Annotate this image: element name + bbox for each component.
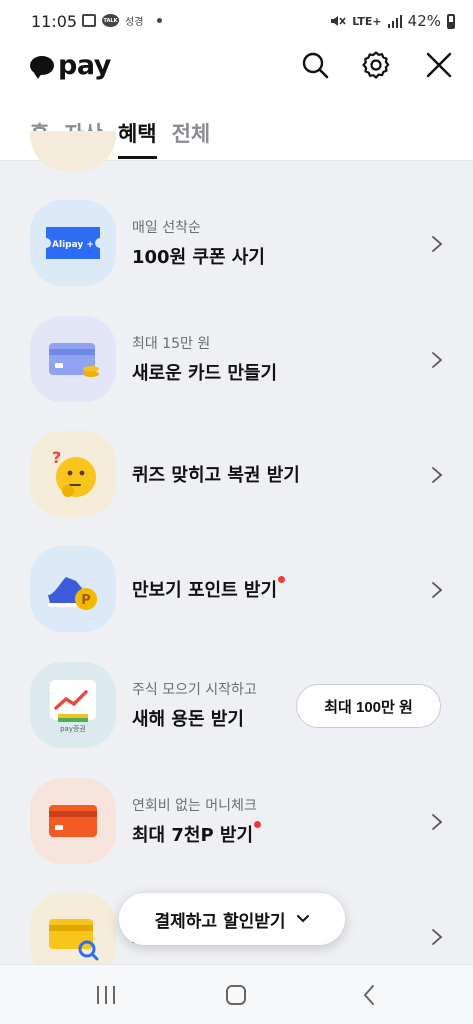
- item-subtitle: 연회비 없는 머니체크: [132, 798, 257, 814]
- tab-all[interactable]: 전체: [172, 118, 211, 159]
- battery-percent: 42%: [407, 12, 441, 30]
- previous-item-thumbnail: [30, 131, 116, 171]
- chevron-right-icon: [432, 467, 443, 483]
- max-amount-button[interactable]: 최대 100만 원: [296, 684, 441, 728]
- pay-discount-label: 결제하고 할인받기: [154, 911, 286, 932]
- chevron-right-icon: [432, 929, 443, 945]
- kakaopay-logo: pay: [30, 50, 111, 81]
- mute-icon: [331, 16, 346, 26]
- logo-text: pay: [58, 50, 111, 81]
- item-title: 새해 용돈 받기: [132, 709, 244, 730]
- search-icon[interactable]: [300, 50, 330, 80]
- credit-card-icon: [30, 316, 116, 402]
- sneaker-coin-icon: P: [30, 546, 116, 632]
- chevron-right-icon: [432, 582, 443, 598]
- list-item-coupon[interactable]: Alipay + 매일 선착순 100원 쿠폰 사기: [0, 188, 473, 298]
- network-type: LTE+: [352, 14, 382, 28]
- list-item-stock[interactable]: pay증권 주식 모으기 시작하고 새해 용돈 받기 최대 100만 원: [0, 650, 473, 760]
- new-badge-dot: [278, 576, 286, 583]
- list-item-money-check[interactable]: 연회비 없는 머니체크 최대 7천P 받기: [0, 766, 473, 876]
- chevron-right-icon: [432, 814, 443, 830]
- gear-icon[interactable]: [361, 50, 391, 80]
- home-icon[interactable]: [222, 983, 250, 1007]
- item-subtitle: 최대 15만 원: [132, 336, 211, 352]
- item-subtitle: 주식 모으기 시작하고: [132, 682, 257, 698]
- signal-icon: [387, 14, 402, 28]
- speech-bubble-icon: [30, 56, 54, 79]
- kakaotalk-icon: TALK: [102, 14, 119, 27]
- recent-apps-icon[interactable]: [92, 983, 120, 1007]
- stock-chart-icon: pay증권: [30, 662, 116, 748]
- battery-icon: [447, 13, 455, 29]
- list-item-quiz[interactable]: ? 퀴즈 맞히고 복권 받기: [0, 419, 473, 529]
- list-item-new-card[interactable]: 최대 15만 원 새로운 카드 만들기: [0, 304, 473, 414]
- chevron-down-icon: [296, 915, 309, 923]
- svg-text:P: P: [81, 593, 91, 608]
- more-notifications-dot: [157, 18, 163, 23]
- svg-text:?: ?: [52, 448, 61, 467]
- item-title: 100원 쿠폰 사기: [132, 247, 265, 268]
- item-title: 새로운 카드 만들기: [132, 363, 278, 384]
- alipay-ticket-icon: Alipay +: [30, 200, 116, 286]
- system-nav-bar: [0, 964, 473, 1024]
- pay-discount-button[interactable]: 결제하고 할인받기: [119, 893, 345, 945]
- status-name: 성경: [125, 17, 144, 28]
- list-item-pedometer[interactable]: P 만보기 포인트 받기: [0, 534, 473, 644]
- item-title: 최대 7천P 받기: [132, 821, 262, 847]
- item-title: 만보기 포인트 받기: [132, 576, 286, 602]
- back-icon[interactable]: [356, 983, 384, 1007]
- close-icon[interactable]: [424, 50, 454, 80]
- chevron-right-icon: [432, 352, 443, 368]
- chevron-right-icon: [432, 236, 443, 252]
- status-notification-icons: TALK 성경: [82, 13, 163, 28]
- money-check-card-icon: [30, 778, 116, 864]
- new-badge-dot: [254, 821, 262, 828]
- thinking-face-icon: ?: [30, 431, 116, 517]
- status-system-icons: LTE+ 42%: [330, 12, 455, 30]
- status-bar: 11:05 TALK 성경 LTE+ 42%: [0, 0, 473, 44]
- gallery-icon: [82, 14, 96, 27]
- svg-text:pay증권: pay증권: [60, 725, 86, 733]
- item-title: 퀴즈 맞히고 복권 받기: [132, 465, 300, 486]
- svg-text:Alipay +: Alipay +: [52, 240, 94, 250]
- status-time: 11:05: [31, 12, 78, 31]
- tab-benefits[interactable]: 혜택: [117, 118, 157, 159]
- item-subtitle: 매일 선착순: [132, 220, 201, 236]
